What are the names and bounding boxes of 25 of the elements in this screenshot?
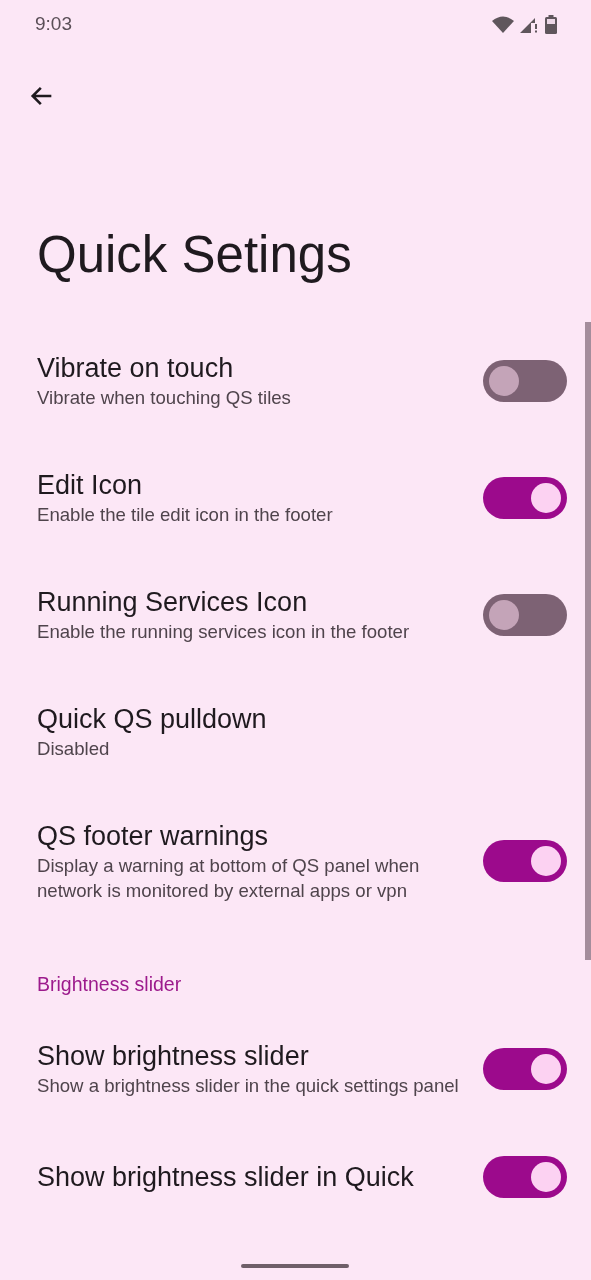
setting-title[interactable]: Quick QS pulldown: [37, 702, 567, 736]
setting-title[interactable]: Vibrate on touch: [37, 351, 463, 385]
setting-title[interactable]: Show brightness slider: [37, 1039, 463, 1073]
setting-title[interactable]: QS footer warnings: [37, 819, 463, 853]
toggle-switch[interactable]: [483, 359, 567, 402]
setting-summary: Display a warning at bottom of QS panel when network is monitored by external apps or vpn: [37, 854, 421, 903]
battery-icon: [545, 14, 557, 34]
setting-title[interactable]: Running Services Icon: [37, 585, 463, 619]
setting-summary: Disabled: [37, 737, 111, 761]
setting-summary: Vibrate when touching QS tiles: [37, 386, 292, 410]
section-header: Brightness slider: [36, 972, 183, 997]
toggle-switch[interactable]: [483, 476, 567, 519]
page-title: Quick Setings: [36, 225, 353, 285]
toggle-switch[interactable]: [483, 1156, 567, 1198]
wifi-icon: [492, 15, 514, 33]
navigation-handle[interactable]: [241, 1264, 349, 1268]
toggle-switch[interactable]: [483, 593, 567, 636]
status-time: 9:03: [35, 13, 72, 35]
toggle-switch[interactable]: [483, 1047, 567, 1090]
setting-summary: Show a brightness slider in the quick settings panel: [37, 1074, 460, 1098]
toggle-switch[interactable]: [483, 840, 567, 882]
setting-title[interactable]: Edit Icon: [37, 468, 463, 502]
setting-title[interactable]: Show brightness slider in Quick: [37, 1160, 463, 1194]
setting-summary: Enable the running services icon in the footer: [37, 620, 411, 644]
setting-summary: Enable the tile edit icon in the footer: [37, 503, 334, 527]
